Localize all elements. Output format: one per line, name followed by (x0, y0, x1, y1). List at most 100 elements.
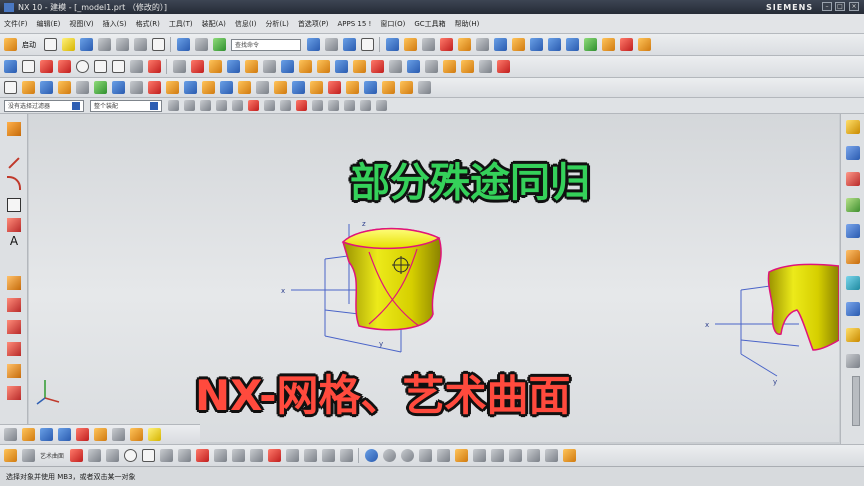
wireframe-icon[interactable] (422, 38, 435, 51)
reflection-icon[interactable] (566, 38, 579, 51)
extend-curve-icon[interactable] (7, 364, 21, 378)
studio-sphere-icon[interactable] (383, 449, 397, 462)
smooth-icon[interactable] (130, 428, 143, 441)
trimmed-sheet-icon[interactable] (148, 81, 161, 94)
second-surface-model[interactable]: x y (705, 263, 839, 386)
join-face-icon[interactable] (418, 81, 431, 94)
fit-view-icon[interactable] (307, 38, 320, 51)
menu-assembly[interactable]: 装配(A) (202, 19, 226, 29)
studio-icon[interactable] (491, 449, 505, 462)
menu-info[interactable]: 信息(I) (235, 19, 257, 29)
pattern-icon[interactable] (425, 60, 438, 73)
grid-icon[interactable] (479, 60, 492, 73)
hidden-edges-icon[interactable] (437, 449, 451, 462)
select-body-icon[interactable] (200, 100, 211, 111)
rotate-view-icon[interactable] (343, 38, 356, 51)
arc-icon[interactable] (58, 60, 71, 73)
face-analysis-icon[interactable] (602, 38, 615, 51)
minimize-button[interactable]: – (822, 2, 832, 11)
menu-apps[interactable]: APPS 15 ! (338, 20, 372, 28)
boss-icon[interactable] (461, 60, 474, 73)
surface-tool-label[interactable]: 艺术曲面 (40, 451, 64, 460)
surface-mesh-icon[interactable] (22, 449, 35, 462)
assembly-scope-select[interactable]: 整个装配 (90, 99, 162, 112)
zoom-icon[interactable] (325, 38, 338, 51)
text-tool[interactable]: A (7, 234, 21, 248)
section-curve-icon[interactable] (322, 449, 336, 462)
constraint-navigator-icon[interactable] (846, 146, 860, 160)
mirror-icon[interactable] (407, 60, 420, 73)
datum-plane-icon[interactable] (4, 81, 17, 94)
web-browser-icon[interactable] (846, 250, 860, 264)
measure-distance-icon[interactable] (497, 60, 510, 73)
project-curve-icon[interactable] (191, 60, 204, 73)
open-folder-icon[interactable] (62, 38, 75, 51)
snap-center-icon[interactable] (312, 100, 323, 111)
x-form-icon[interactable] (274, 81, 287, 94)
background-icon[interactable] (509, 449, 523, 462)
trim-curve-icon[interactable] (7, 342, 21, 356)
repeat-command-icon[interactable] (213, 38, 226, 51)
rectangle-tool-icon[interactable] (94, 60, 107, 73)
menu-tools[interactable]: 工具(T) (169, 19, 193, 29)
sew-icon[interactable] (166, 81, 179, 94)
hd3d-tools-icon[interactable] (846, 224, 860, 238)
undo-icon[interactable] (177, 38, 190, 51)
redo-icon[interactable] (195, 38, 208, 51)
revolve-icon[interactable] (227, 60, 240, 73)
part-navigator-icon[interactable] (846, 172, 860, 186)
deform-icon[interactable] (112, 428, 125, 441)
maximize-button[interactable]: □ (835, 2, 845, 11)
through-curve-mesh-icon[interactable] (40, 81, 53, 94)
bounded-plane-icon[interactable] (130, 81, 143, 94)
command-search-input[interactable]: 查找命令 (231, 38, 301, 51)
offset-curve-icon[interactable] (7, 276, 21, 290)
refit-face-icon[interactable] (346, 81, 359, 94)
face-analysis-icon[interactable] (473, 449, 487, 462)
paint-icon[interactable] (148, 428, 161, 441)
menu-gc-toolkit[interactable]: GC工具箱 (414, 19, 445, 29)
new-file-icon[interactable] (44, 38, 57, 51)
history-icon[interactable] (846, 276, 860, 290)
menu-help[interactable]: 帮助(H) (455, 19, 480, 29)
draft-analysis-icon[interactable] (584, 38, 597, 51)
wireframe-sphere-icon[interactable] (401, 449, 415, 462)
project-curve-icon[interactable] (7, 298, 21, 312)
line-icon[interactable] (40, 60, 53, 73)
snap-point-on-face-icon[interactable] (360, 100, 371, 111)
deselect-icon[interactable] (232, 100, 243, 111)
spline-tool-icon[interactable] (40, 428, 53, 441)
menu-window[interactable]: 窗口(O) (380, 19, 405, 29)
layer-icon[interactable] (458, 38, 471, 51)
divide-face-icon[interactable] (400, 81, 413, 94)
art-surface-model[interactable]: x z y (281, 220, 442, 353)
rectangle-icon[interactable] (22, 60, 35, 73)
display-mode-icon[interactable] (361, 38, 374, 51)
join-curve-icon[interactable] (7, 386, 21, 400)
snap-intersection-icon[interactable] (296, 100, 307, 111)
bridge-curve-icon[interactable] (7, 320, 21, 334)
curve-tool-icon[interactable] (22, 428, 35, 441)
styled-blend-icon[interactable] (382, 81, 395, 94)
perspective-icon[interactable] (545, 449, 559, 462)
snap-midpoint-icon[interactable] (264, 100, 275, 111)
partial-shading-icon[interactable] (455, 449, 469, 462)
curvature-icon[interactable] (548, 38, 561, 51)
surface-analysis-icon[interactable] (530, 38, 543, 51)
menu-analysis[interactable]: 分析(L) (265, 19, 288, 29)
extension-icon[interactable] (202, 81, 215, 94)
edge-blend-icon[interactable] (335, 60, 348, 73)
rectangle-icon[interactable] (7, 198, 21, 212)
face-blend-icon[interactable] (238, 81, 251, 94)
snap-endpoint-icon[interactable] (248, 100, 259, 111)
process-studio-icon[interactable] (846, 328, 860, 342)
point-icon[interactable] (178, 449, 192, 462)
unite-icon[interactable] (281, 60, 294, 73)
extrude-icon[interactable] (209, 60, 222, 73)
global-shaping-icon[interactable] (310, 81, 323, 94)
bridge-icon[interactable] (220, 81, 233, 94)
arc-icon[interactable] (106, 449, 120, 462)
assembly-navigator-icon[interactable] (846, 120, 860, 134)
save-icon[interactable] (80, 38, 93, 51)
art-surface-icon[interactable] (4, 449, 17, 462)
